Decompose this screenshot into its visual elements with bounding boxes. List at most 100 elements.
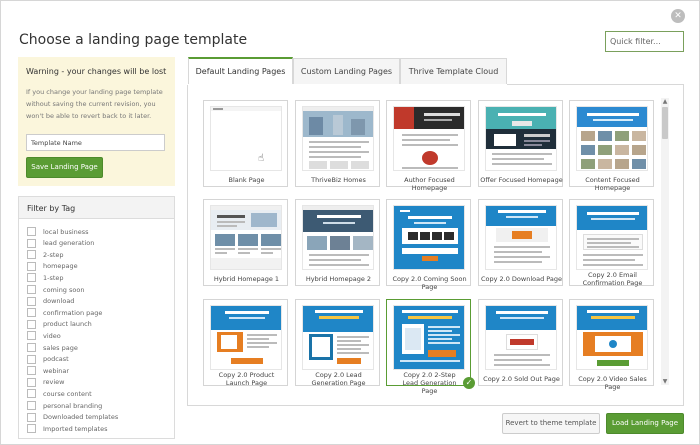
save-landing-page-button[interactable]: Save Landing Page [26,157,103,178]
thumbnail-shape [609,340,617,348]
template-name: Copy 2.0 Lead Generation Page [311,371,366,387]
tab-default-landing-pages[interactable]: Default Landing Pages [188,57,293,84]
template-card[interactable]: Copy 2.0 Product Launch Page [203,299,288,387]
tag-checkbox[interactable] [27,343,36,352]
template-card[interactable]: ThriveBiz Homes [295,100,380,187]
template-card[interactable]: Copy 2.0 Video Sales Page [569,299,654,391]
thumbnail-shape [238,248,258,250]
tag-filter-item[interactable]: sales page [27,342,78,353]
template-card[interactable]: Content Focused Homepage [569,100,654,192]
thumbnail-shape [247,338,269,340]
thumbnail-shape [217,215,245,218]
revert-to-theme-template-button[interactable]: Revert to theme template [502,413,600,434]
template-card[interactable]: Offer Focused Homepage [478,100,563,187]
tag-filter-item[interactable]: podcast [27,354,69,365]
tag-checkbox[interactable] [27,261,36,271]
template-thumbnail [302,106,374,171]
tag-filter-item[interactable]: confirmation page [27,307,102,318]
template-name-input[interactable] [26,134,165,151]
tag-checkbox[interactable] [27,424,36,434]
template-name: Copy 2.0 Product Launch Page [218,371,275,387]
tag-checkbox[interactable] [27,366,36,376]
tag-checkbox[interactable] [27,238,36,248]
thumbnail-shape [247,334,277,336]
tag-checkbox[interactable] [27,354,36,364]
quick-filter-input[interactable] [605,31,684,52]
tag-filter-item[interactable]: 1-step [27,272,64,283]
tag-filter-item[interactable]: 2-step [27,249,64,260]
tag-filter-item[interactable]: homepage [27,261,78,272]
tag-label: podcast [43,355,69,364]
grid-scroll-thumb[interactable] [662,107,668,139]
tag-filter-item[interactable]: download [27,296,74,307]
tag-checkbox[interactable] [27,227,36,236]
thumbnail-shape [494,364,550,366]
thumbnail-shape [428,350,456,357]
template-card[interactable]: Copy 2.0 Coming Soon Page [386,199,471,291]
template-card[interactable]: Hybrid Homepage 2 [295,199,380,286]
template-card[interactable]: Copy 2.0 2-Step Lead Generation Page ✓ [386,299,475,395]
tag-checkbox[interactable] [27,285,36,294]
tag-filter-item[interactable]: webinar [27,365,69,376]
tag-checkbox[interactable] [27,308,36,318]
thumbnail-shape [510,339,534,345]
tag-checkbox[interactable] [27,412,36,422]
grid-scrollbar[interactable] [661,98,669,385]
tag-checkbox[interactable] [27,401,36,410]
template-name: Hybrid Homepage 1 [213,275,280,283]
checkmark-icon: ✓ [463,377,475,389]
thumbnail-shape [428,330,452,332]
thumbnail-shape [587,113,639,116]
tag-filter-item[interactable]: Imported templates [27,423,108,434]
tag-checkbox[interactable] [27,296,36,306]
template-card[interactable]: Hybrid Homepage 1 [203,199,288,286]
thumbnail-shape [492,153,552,155]
tag-filter-item[interactable]: coming soon [27,284,84,295]
tag-filter-item[interactable]: personal branding [27,400,102,411]
tag-label: sales page [43,343,78,352]
thumbnail-shape [307,236,327,250]
template-card[interactable]: Copy 2.0 Lead Generation Page [295,299,380,387]
tag-checkbox[interactable] [27,377,36,387]
tag-checkbox[interactable] [27,319,36,329]
thumbnail-shape [581,145,595,155]
tag-checkbox[interactable] [27,273,36,283]
template-name: Copy 2.0 Video Sales Page [578,375,647,391]
tag-checkbox[interactable] [27,331,36,341]
scroll-up-icon[interactable]: ▲ [661,98,669,106]
template-card[interactable]: Author Focused Homepage [386,100,471,192]
tag-filter-item[interactable]: local business [27,226,89,237]
thumbnail-shape [309,259,361,261]
scroll-down-icon[interactable]: ▼ [661,378,669,386]
template-card[interactable]: Copy 2.0 Download Page [478,199,563,286]
tab-custom-landing-pages[interactable]: Custom Landing Pages [293,58,400,84]
thumbnail-shape [251,213,277,227]
thumbnail-shape [247,346,269,348]
thumbnail-shape [337,348,361,350]
close-icon[interactable]: ✕ [671,9,685,23]
tag-filter-item[interactable]: Downloaded templates [27,412,118,423]
tag-checkbox[interactable] [27,250,36,260]
tag-filter-item[interactable]: lead generation [27,238,94,249]
tag-checkbox[interactable] [27,389,36,399]
template-card[interactable]: Copy 2.0 Email Confirmation Page [569,199,654,287]
thumbnail-shape [337,340,361,342]
template-name: Copy 2.0 Download Page [480,275,563,283]
thumbnail-shape [315,310,363,313]
tag-filter-item[interactable]: course content [27,388,92,399]
load-landing-page-button[interactable]: Load Landing Page [606,413,684,434]
template-card[interactable]: Copy 2.0 Sold Out Page [478,299,563,386]
template-card[interactable]: Blank Page ☝ [203,100,288,187]
template-name: Offer Focused Homepage [480,176,563,184]
tag-filter-item[interactable]: review [27,377,65,388]
thumbnail-shape [238,234,258,246]
thumbnail-shape [591,316,635,319]
tag-label: video [43,331,61,340]
tag-filter-item[interactable]: video [27,330,61,341]
tag-filter-item[interactable]: product launch [27,319,92,330]
thumbnail-shape [587,310,639,313]
thumbnail-shape [414,222,446,224]
thumbnail-shape [587,246,639,248]
thumbnail-shape [587,212,639,215]
tab-thrive-template-cloud[interactable]: Thrive Template Cloud [400,58,507,84]
